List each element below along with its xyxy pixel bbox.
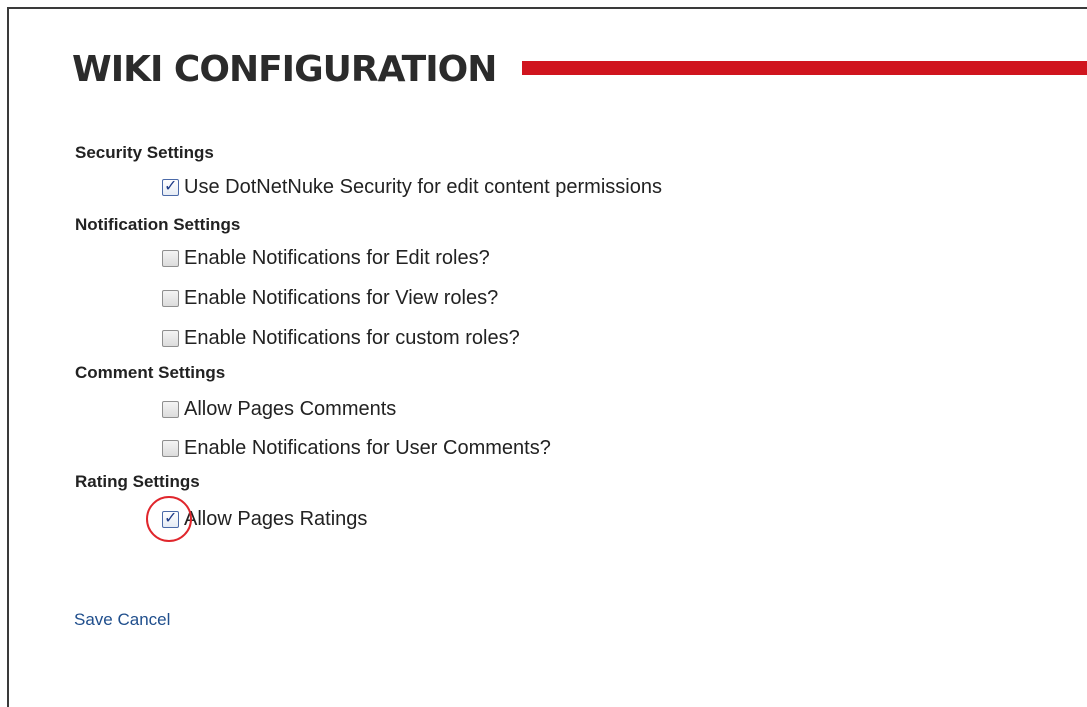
title-accent-rule xyxy=(522,61,1087,75)
section-heading-rating: Rating Settings xyxy=(75,472,200,491)
highlight-circle-annotation xyxy=(146,496,192,542)
section-heading-notification: Notification Settings xyxy=(75,215,241,234)
option-use-dnn-security[interactable]: ✓ Use DotNetNuke Security for edit conte… xyxy=(162,176,662,198)
option-notify-edit-roles[interactable]: Enable Notifications for Edit roles? xyxy=(162,247,490,269)
page-title: WIKI CONFIGURATION xyxy=(72,49,497,90)
content-frame xyxy=(7,7,1087,707)
option-notify-user-comments[interactable]: Enable Notifications for User Comments? xyxy=(162,437,551,459)
option-label: Enable Notifications for custom roles? xyxy=(184,327,520,349)
checkbox[interactable]: ✓ xyxy=(162,177,179,196)
checkbox[interactable] xyxy=(162,439,179,457)
option-label: Enable Notifications for Edit roles? xyxy=(184,247,490,269)
save-link[interactable]: Save xyxy=(74,610,113,629)
option-label: Allow Pages Comments xyxy=(184,398,397,420)
checkbox[interactable] xyxy=(162,289,179,307)
option-notify-view-roles[interactable]: Enable Notifications for View roles? xyxy=(162,287,498,309)
checkbox[interactable] xyxy=(162,400,179,418)
checkbox[interactable] xyxy=(162,329,179,347)
section-heading-security: Security Settings xyxy=(75,143,214,162)
option-label: Enable Notifications for User Comments? xyxy=(184,437,551,459)
option-allow-page-ratings[interactable]: ✓ Allow Pages Ratings xyxy=(162,508,367,530)
cancel-link[interactable]: Cancel xyxy=(117,610,170,629)
section-heading-comment: Comment Settings xyxy=(75,363,226,382)
option-notify-custom-roles[interactable]: Enable Notifications for custom roles? xyxy=(162,327,520,349)
option-allow-page-comments[interactable]: Allow Pages Comments xyxy=(162,398,396,420)
option-label: Enable Notifications for View roles? xyxy=(184,287,499,309)
checkmark-icon: ✓ xyxy=(164,177,178,195)
option-label: Allow Pages Ratings xyxy=(184,508,368,530)
option-label: Use DotNetNuke Security for edit content… xyxy=(184,176,662,198)
checkbox[interactable] xyxy=(162,249,179,267)
form-actions: Save Cancel xyxy=(74,610,170,630)
